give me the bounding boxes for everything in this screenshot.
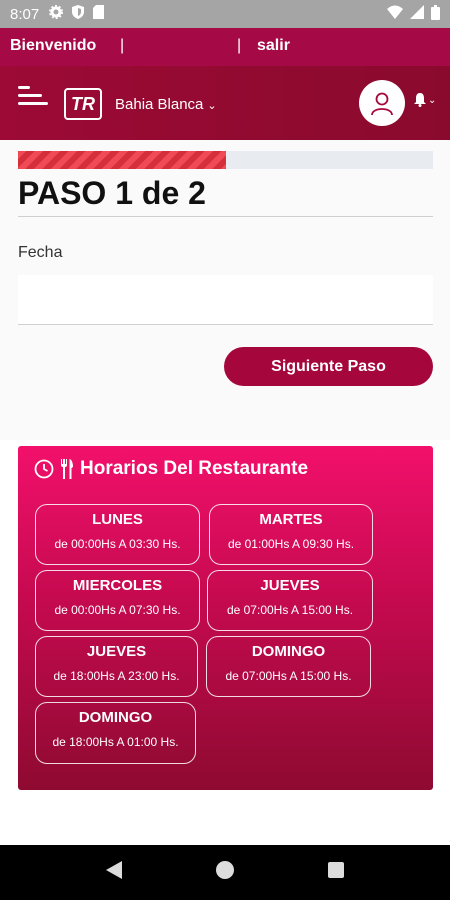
day-name: DOMINGO xyxy=(251,643,326,660)
restaurant-hours-card: Horarios Del Restaurante LUNES de 00:00H… xyxy=(18,446,433,790)
city-selector[interactable]: Bahia Blanca ⌄ xyxy=(115,96,217,113)
shield-icon xyxy=(72,5,85,23)
schedule-day-card: DOMINGO de 18:00Hs A 01:00 Hs. xyxy=(35,702,196,764)
day-name: JUEVES xyxy=(86,643,147,660)
logout-link[interactable]: salir xyxy=(257,37,290,55)
status-bar: 8:07 xyxy=(0,0,450,28)
chevron-down-icon: ⌄ xyxy=(207,100,217,112)
welcome-separator: | xyxy=(237,37,242,54)
day-name: MIERCOLES xyxy=(72,577,163,594)
settings-icon xyxy=(49,5,64,23)
welcome-separator: | xyxy=(120,37,125,54)
day-name: JUEVES xyxy=(260,577,320,594)
schedule-day-card: DOMINGO de 07:00Hs A 15:00 Hs. xyxy=(206,636,371,697)
step-title: PASO 1 de 2 xyxy=(18,175,206,211)
city-label: Bahia Blanca xyxy=(115,96,204,113)
day-hours: de 00:00Hs A 03:30 Hs. xyxy=(54,537,181,551)
day-name: MARTES xyxy=(259,511,323,528)
hours-title: Horarios Del Restaurante xyxy=(80,458,309,479)
wifi-icon xyxy=(387,5,403,23)
user-icon xyxy=(371,92,393,116)
day-name: DOMINGO xyxy=(78,709,153,726)
fecha-input[interactable] xyxy=(18,275,433,325)
cutlery-icon xyxy=(61,459,73,479)
day-hours: de 18:00Hs A 01:00 Hs. xyxy=(52,735,179,749)
recents-icon[interactable] xyxy=(327,862,344,883)
home-icon[interactable] xyxy=(215,860,235,885)
schedule-day-card: MARTES de 01:00Hs A 09:30 Hs. xyxy=(209,504,373,565)
notifications-button[interactable]: ⌄ xyxy=(414,93,436,107)
schedule-day-card: MIERCOLES de 00:00Hs A 07:30 Hs. xyxy=(35,570,200,631)
day-hours: de 07:00Hs A 15:00 Hs. xyxy=(225,669,352,683)
logo-text: TR xyxy=(71,93,95,114)
day-name: LUNES xyxy=(92,511,143,528)
hours-header: Horarios Del Restaurante xyxy=(34,458,308,480)
back-icon[interactable] xyxy=(106,861,123,884)
user-avatar-button[interactable] xyxy=(359,80,405,126)
clock-icon xyxy=(34,459,54,479)
schedule-day-card: JUEVES de 07:00Hs A 15:00 Hs. xyxy=(207,570,373,631)
next-step-button[interactable]: Siguiente Paso xyxy=(224,347,433,386)
divider xyxy=(18,216,433,217)
app-header: TR Bahia Blanca ⌄ ⌄ xyxy=(0,66,450,140)
system-nav-bar xyxy=(0,845,450,900)
signal-icon xyxy=(410,5,424,23)
welcome-text: Bienvenido xyxy=(10,37,97,54)
fecha-label: Fecha xyxy=(18,244,63,261)
welcome-bar: Bienvenido | | salir xyxy=(0,28,450,66)
schedule-day-card: LUNES de 00:00Hs A 03:30 Hs. xyxy=(35,504,200,565)
day-hours: de 01:00Hs A 09:30 Hs. xyxy=(227,537,355,551)
schedule-day-card: JUEVES de 18:00Hs A 23:00 Hs. xyxy=(35,636,198,697)
app-logo: TR xyxy=(64,88,102,120)
day-hours: de 07:00Hs A 15:00 Hs. xyxy=(226,603,354,617)
sd-card-icon xyxy=(93,5,105,23)
chevron-down-icon: ⌄ xyxy=(428,94,437,106)
status-time: 8:07 xyxy=(10,5,40,23)
day-hours: de 18:00Hs A 23:00 Hs. xyxy=(53,669,180,683)
battery-icon xyxy=(431,4,440,24)
menu-icon[interactable] xyxy=(18,86,48,110)
day-hours: de 00:00Hs A 07:30 Hs. xyxy=(54,603,181,617)
progress-bar xyxy=(18,151,433,169)
progress-fill xyxy=(18,151,226,169)
bell-icon xyxy=(414,93,426,107)
